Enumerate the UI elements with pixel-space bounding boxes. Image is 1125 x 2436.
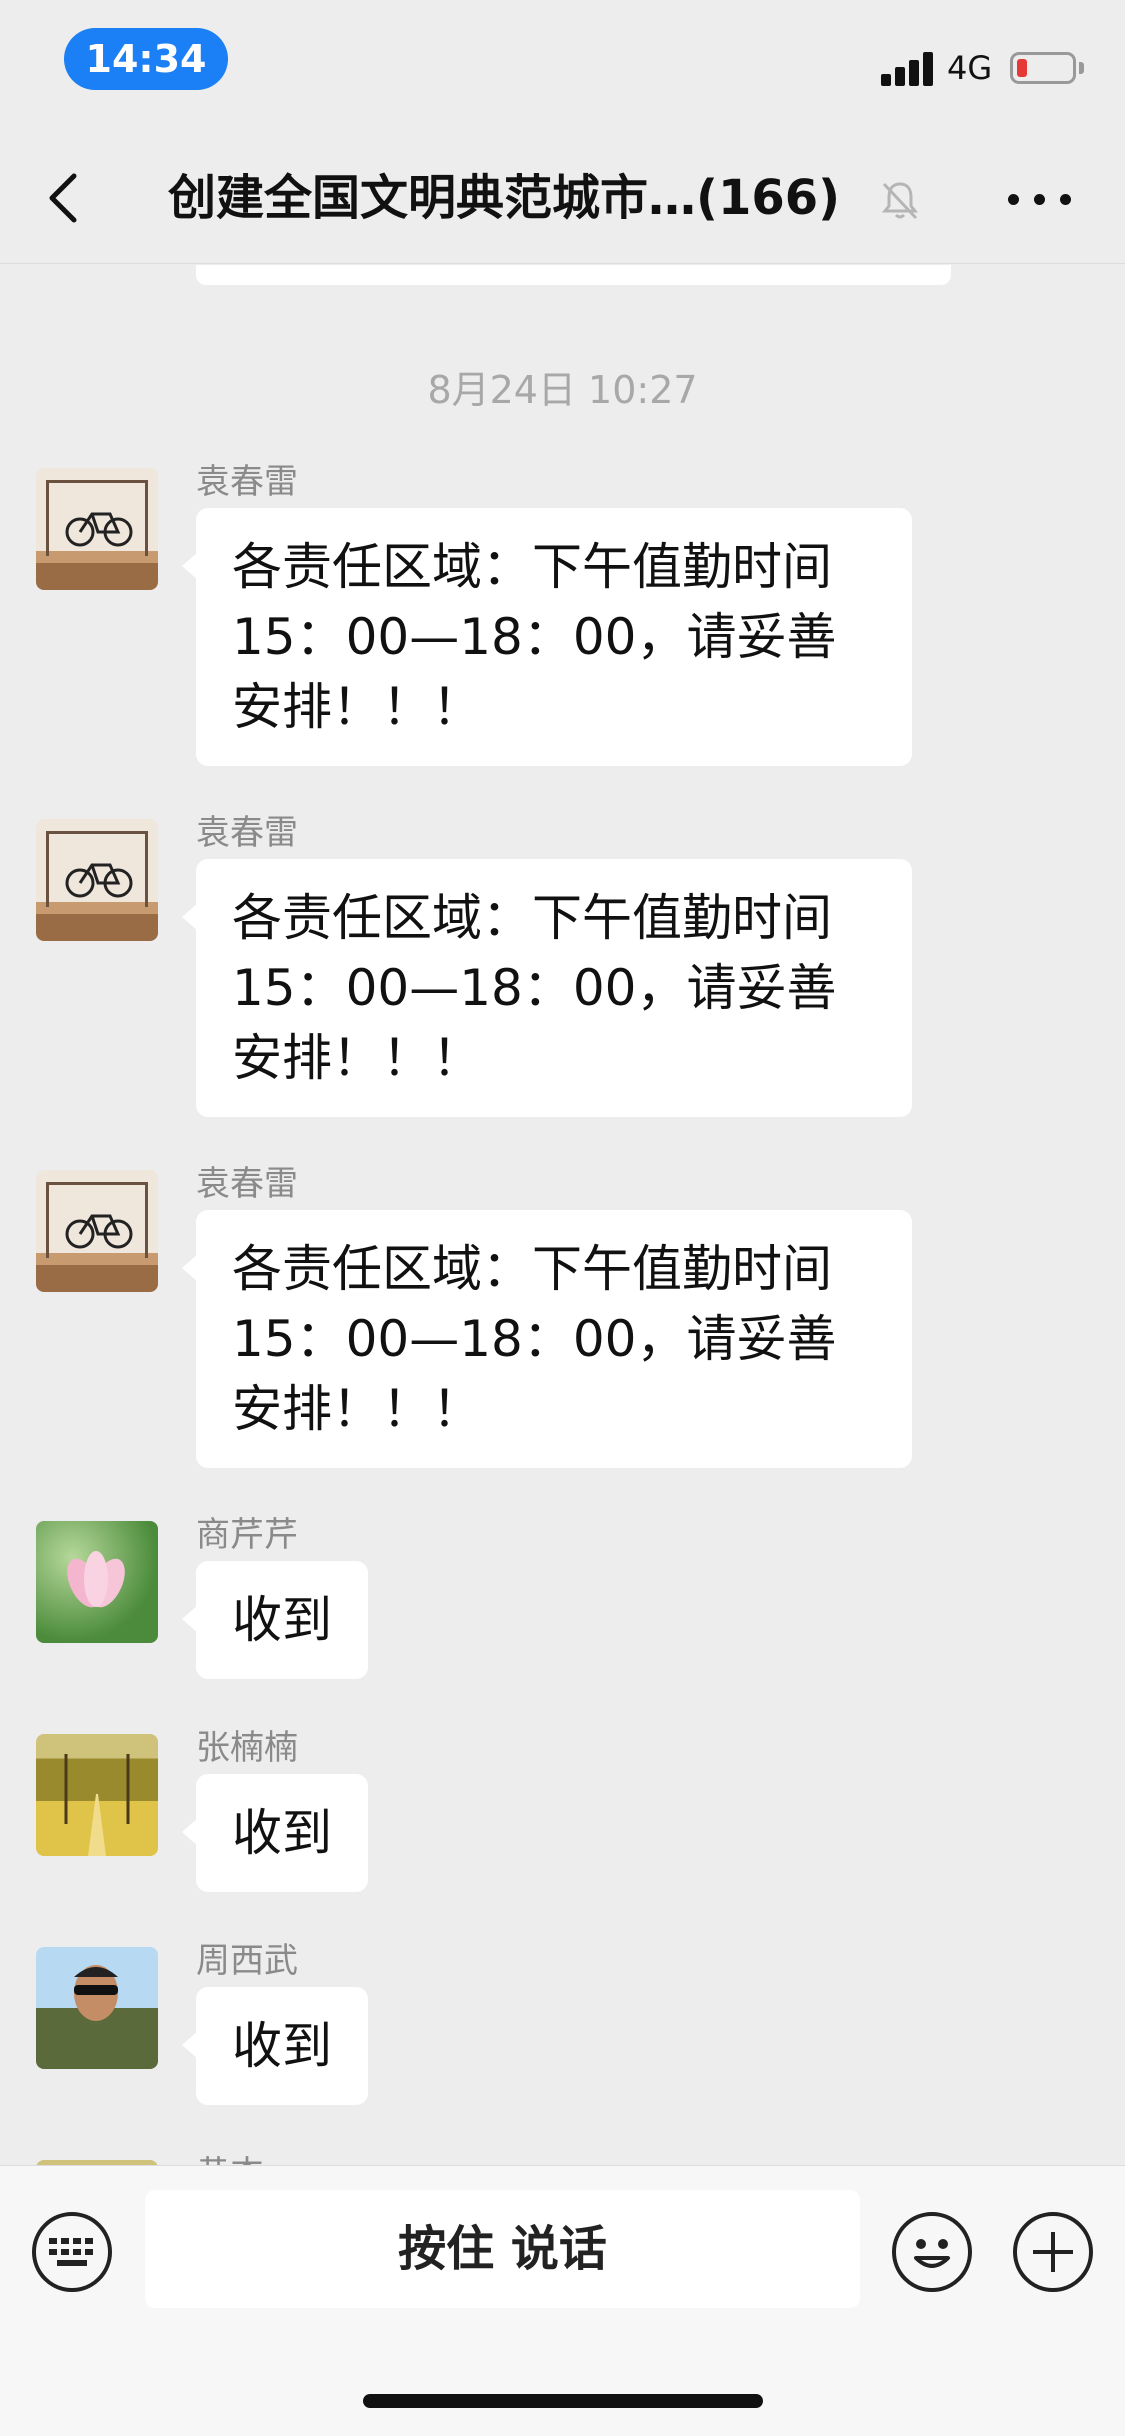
bicycle-avatar[interactable]	[36, 1170, 158, 1292]
sender-name: 袁春雷	[196, 813, 298, 853]
man-sunglasses-avatar[interactable]	[36, 1947, 158, 2069]
message-bubble[interactable]: 各责任区域：下午值勤时间15：00—18：00，请妥善安排！！！	[182, 1210, 912, 1468]
status-bar: 14:34 4G	[0, 0, 1125, 132]
chevron-left-icon[interactable]	[30, 162, 102, 234]
status-time: 14:34	[64, 28, 228, 90]
keyboard-icon[interactable]	[32, 2212, 112, 2292]
bell-muted-icon	[881, 182, 919, 220]
battery-icon	[1010, 52, 1076, 84]
battery-cap	[1079, 62, 1084, 74]
sender-name: 商芹芹	[196, 1515, 298, 1555]
message-bubble[interactable]: 收到	[182, 1987, 368, 2105]
lotus-avatar[interactable]	[36, 1521, 158, 1643]
message-bubble[interactable]: 各责任区域：下午值勤时间15：00—18：00，请妥善安排！！！	[182, 508, 912, 766]
sender-name: 袁春雷	[196, 462, 298, 502]
previous-message-bubble[interactable]	[196, 265, 951, 285]
bicycle-avatar[interactable]	[36, 819, 158, 941]
message-bubble[interactable]: 收到	[182, 1561, 368, 1679]
more-dots-icon[interactable]	[1004, 172, 1076, 224]
home-indicator[interactable]	[363, 2394, 763, 2408]
signal-icon	[881, 52, 935, 86]
plus-icon[interactable]	[1013, 2212, 1093, 2292]
emoji-icon[interactable]	[892, 2212, 972, 2292]
chat-title[interactable]: 创建全国文明典范城市…(166)	[168, 162, 840, 234]
message-bubble[interactable]: 各责任区域：下午值勤时间15：00—18：00，请妥善安排！！！	[182, 859, 912, 1117]
message-bubble[interactable]: 收到	[182, 1774, 368, 1892]
chat-message-list[interactable]: 8月24日 10:27 袁春雷 各责任区域：下午值勤时间15：00—18：00，…	[0, 265, 1125, 2165]
hold-to-talk-button[interactable]: 按住 说话	[145, 2190, 860, 2308]
nav-bar: 创建全国文明典范城市…(166)	[0, 132, 1125, 264]
sender-name: 张楠楠	[196, 1728, 298, 1768]
sender-name: 周西武	[196, 1941, 298, 1981]
bicycle-avatar[interactable]	[36, 468, 158, 590]
sender-name: 袁春雷	[196, 1164, 298, 1204]
network-type: 4G	[947, 49, 993, 87]
tree-avenue-avatar[interactable]	[36, 1734, 158, 1856]
message-timestamp: 8月24日 10:27	[427, 368, 698, 412]
sender-name: 黄杰	[196, 2152, 264, 2165]
